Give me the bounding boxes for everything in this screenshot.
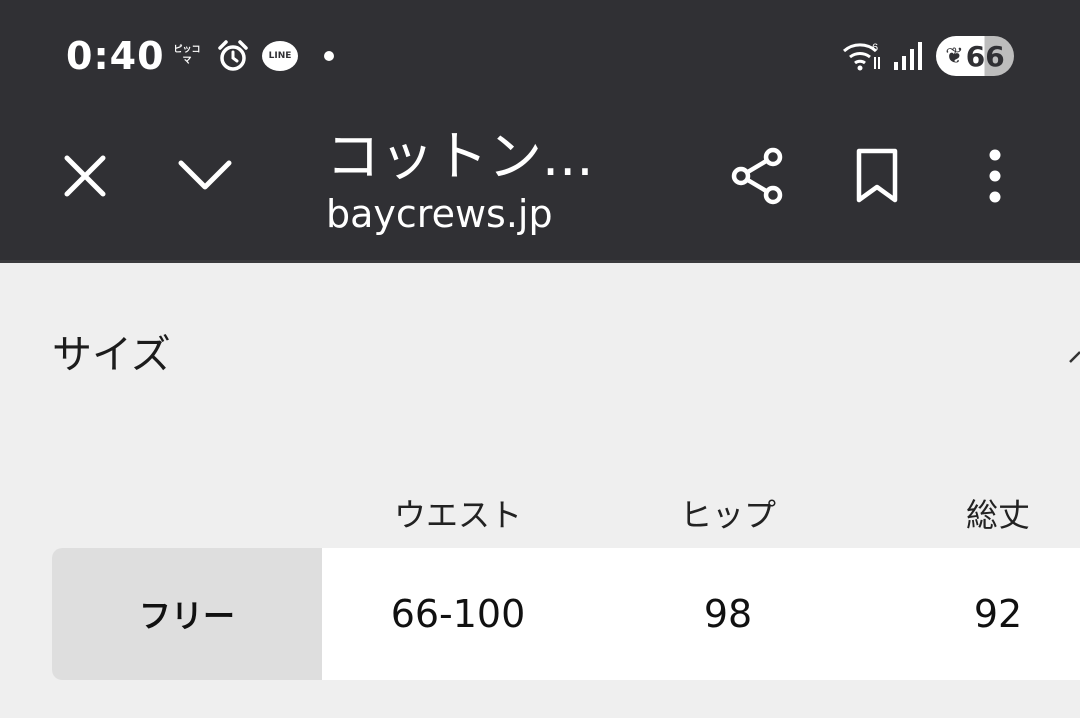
battery-level: 66 — [965, 39, 1005, 73]
column-header-waist: ウエスト — [393, 496, 522, 534]
battery-indicator: ❦ 66 — [936, 36, 1014, 76]
power-saving-leaf-icon: ❦ — [945, 43, 964, 69]
share-icon — [731, 147, 783, 205]
bookmark-button[interactable] — [842, 140, 912, 212]
waist-value: 66-100 — [390, 592, 526, 636]
browser-top-bar: 0:40 ピッコマ LINE 6 ❦ 66 コットン... baycrews.j… — [0, 0, 1080, 260]
size-section-title: サイズ — [52, 332, 171, 378]
column-header-length: 総丈 — [965, 496, 1030, 534]
bookmark-icon — [856, 148, 898, 203]
length-value: 92 — [973, 592, 1023, 636]
alarm-icon — [216, 38, 250, 74]
hip-value: 98 — [703, 592, 753, 636]
piccoma-label: ピッコマ — [173, 45, 201, 66]
line-app-icon: LINE — [262, 38, 298, 74]
page-url[interactable]: baycrews.jp — [326, 192, 553, 236]
more-options-button[interactable] — [960, 140, 1030, 212]
status-time: 0:40 — [66, 34, 165, 78]
close-button[interactable] — [50, 140, 120, 212]
svg-text:6: 6 — [872, 42, 878, 54]
chevron-up-icon[interactable] — [1068, 346, 1080, 366]
share-button[interactable] — [722, 140, 792, 212]
cell-signal-icon — [892, 38, 922, 74]
more-vert-icon — [989, 149, 1001, 203]
size-table-row: フリー 66-100 98 92 — [52, 548, 1080, 680]
page-title[interactable]: コットン... — [326, 112, 594, 191]
column-header-hip: ヒップ — [679, 496, 776, 534]
chevron-down-icon — [178, 160, 232, 190]
more-notifications-dot-icon — [322, 38, 336, 74]
piccoma-notification-icon: ピッコマ — [172, 38, 202, 74]
line-label: LINE — [262, 41, 298, 71]
close-icon — [64, 155, 106, 197]
toolbar-divider — [0, 260, 1080, 263]
size-label-free: フリー — [52, 548, 322, 680]
collapse-button[interactable] — [170, 140, 240, 212]
wifi-icon: 6 — [842, 38, 884, 74]
